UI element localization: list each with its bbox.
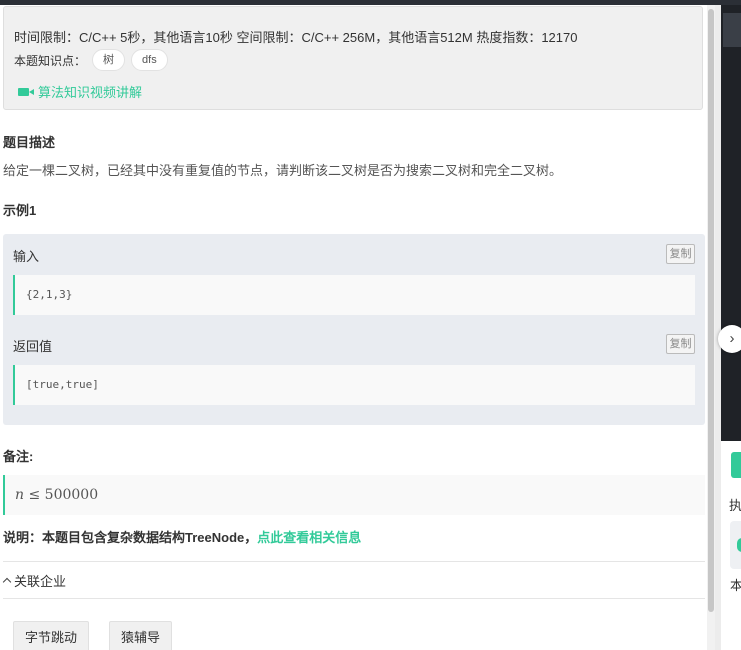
tag-dfs[interactable]: dfs [131,49,168,71]
divider [3,561,705,562]
knowledge-points: 本题知识点： 树 dfs [14,49,168,71]
input-code: {2,1,3} [13,275,695,315]
run-button[interactable] [731,452,741,478]
formula-var: n [15,487,25,503]
example-title: 示例1 [3,203,37,218]
formula-value: 500000 [44,487,99,503]
status-icon [737,538,741,552]
related-companies-toggle[interactable]: 关联企业 [2,571,67,590]
input-label: 输入 [13,249,40,264]
related-companies-label: 关联企业 [14,574,67,589]
explain-text: 说明：本题目包含复杂数据结构TreeNode， [3,530,258,545]
editor-tab[interactable] [723,13,741,47]
company-tag[interactable]: 字节跳动 [13,621,90,650]
copy-output-button[interactable]: 复制 [666,334,695,354]
output-code: [true,true] [13,365,695,405]
panel-partial-label: 执 [729,498,741,513]
example-box: 输入 复制 {2,1,3} 返回值 复制 [true,true] [3,234,705,425]
limits-text: 时间限制：C/C++ 5秒，其他语言10秒 空间限制：C/C++ 256M，其他… [14,30,578,45]
treenode-explain: 说明：本题目包含复杂数据结构TreeNode，点此查看相关信息 [3,527,361,546]
description-text: 给定一棵二叉树，已经其中没有重复值的节点，请判断该二叉树是否为搜索二叉树和完全二… [3,163,563,178]
note-title: 备注: [3,449,34,464]
scrollbar-thumb[interactable] [708,9,714,612]
knowledge-label: 本题知识点： [14,53,87,68]
video-camera-icon [18,87,34,96]
problem-info-box: 时间限制：C/C++ 5秒，其他语言10秒 空间限制：C/C++ 256M，其他… [3,6,703,110]
video-link-label: 算法知识视频讲解 [38,85,143,100]
result-card [730,521,741,569]
company-tag[interactable]: 猿辅导 [109,621,173,650]
code-editor-area[interactable] [721,5,741,441]
chevron-right-icon[interactable]: › [718,325,741,353]
output-label: 返回值 [13,339,53,354]
problem-panel: 时间限制：C/C++ 5秒，其他语言10秒 空间限制：C/C++ 256M，其他… [0,5,707,650]
panel-partial-label: 本 [730,578,741,593]
divider [3,598,705,599]
vertical-scrollbar[interactable] [707,5,715,650]
copy-input-button[interactable]: 复制 [666,244,695,264]
video-tutorial-link[interactable]: 算法知识视频讲解 [18,82,142,101]
description-title: 题目描述 [3,135,56,150]
note-formula: n ≤ 500000 [3,475,705,515]
treenode-info-link[interactable]: 点此查看相关信息 [257,530,361,545]
tag-tree[interactable]: 树 [92,49,126,71]
formula-op: ≤ [28,487,41,503]
chevron-up-icon [2,577,12,587]
